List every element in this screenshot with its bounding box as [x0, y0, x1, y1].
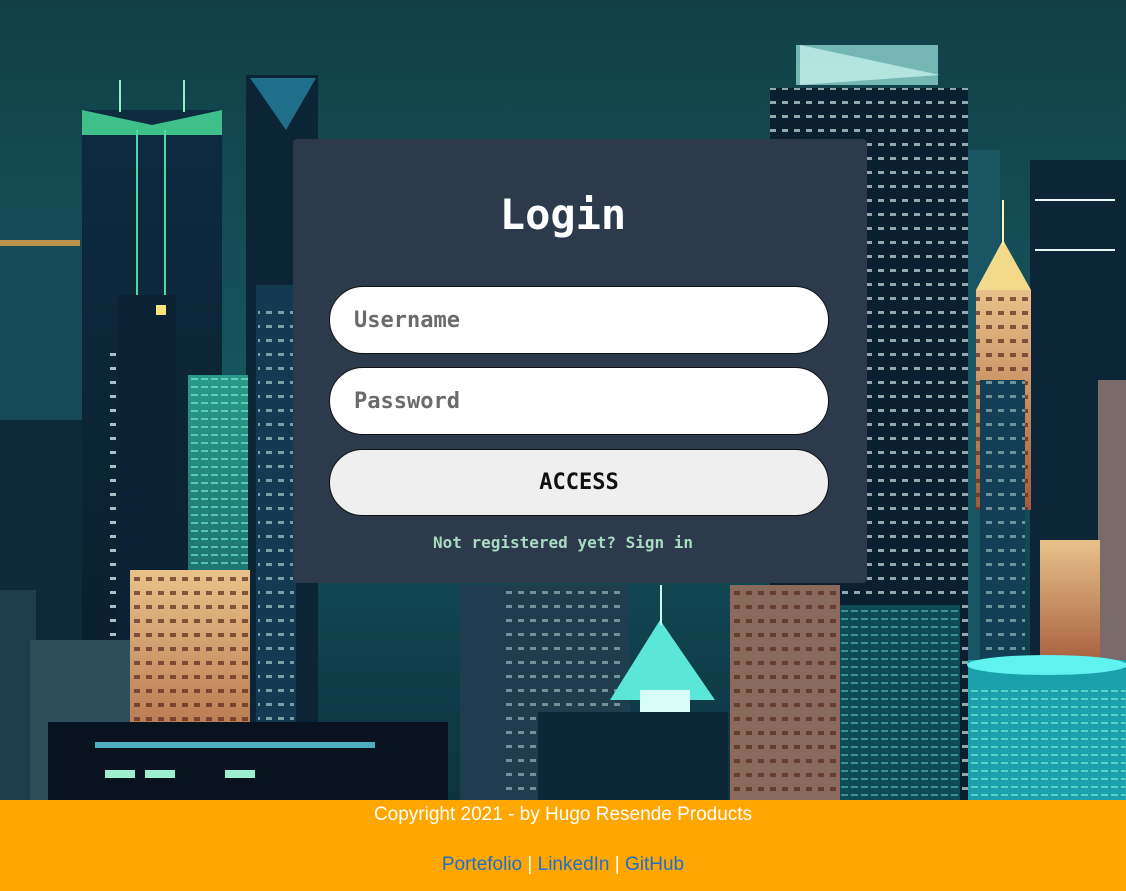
- access-button[interactable]: ACCESS: [329, 449, 829, 516]
- footer-links: Portefolio | LinkedIn | GitHub: [0, 854, 1126, 876]
- login-page: Login ACCESS Not registered yet? Sign in…: [0, 0, 1126, 891]
- login-title: Login: [499, 190, 627, 239]
- signup-prompt: Not registered yet? Sign in: [0, 533, 1126, 552]
- sign-in-link[interactable]: Not registered yet? Sign in: [433, 533, 693, 552]
- portfolio-link[interactable]: Portefolio: [442, 854, 522, 875]
- copyright-text: Copyright 2021 - by Hugo Resende Product…: [373, 804, 753, 825]
- username-input[interactable]: [329, 286, 829, 354]
- link-separator: |: [614, 854, 620, 875]
- github-link[interactable]: GitHub: [625, 854, 684, 875]
- password-input[interactable]: [329, 367, 829, 435]
- link-separator: |: [527, 854, 533, 875]
- footer: Copyright 2021 - by Hugo Resende Product…: [0, 800, 1126, 891]
- linkedin-link[interactable]: LinkedIn: [538, 854, 610, 875]
